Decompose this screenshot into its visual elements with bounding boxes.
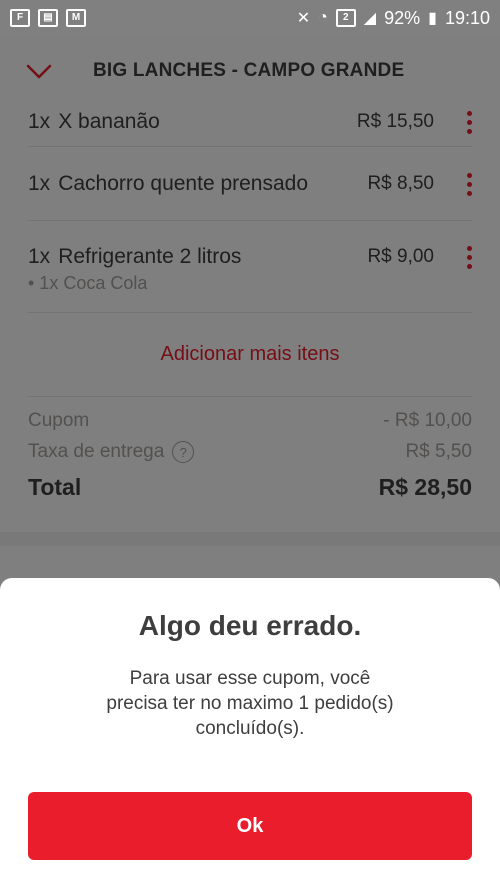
ok-button[interactable]: Ok	[28, 792, 472, 860]
status-left-icons: F ▤ M	[10, 9, 86, 27]
dialog-title: Algo deu errado.	[138, 610, 362, 641]
battery-icon: ▮	[428, 10, 437, 27]
sms-icon: ▤	[38, 9, 58, 27]
battery-percent: 92%	[384, 7, 421, 28]
signal-icon: ◢	[363, 10, 377, 27]
wifi-icon: ◔	[318, 9, 328, 26]
app-notification-icon: F	[10, 9, 30, 27]
error-dialog: Algo deu errado. Para usar esse cupom, v…	[0, 578, 500, 889]
clock-time: 19:10	[444, 7, 490, 28]
dialog-message: Para usar esse cupom, você precisa ter n…	[106, 668, 394, 739]
status-right-icons: ✕ ◔ 2 ◢ 92% ▮ 19:10	[297, 8, 490, 29]
sim-badge: 2	[335, 9, 356, 27]
status-bar: F ▤ M ✕ ◔ 2 ◢ 92% ▮ 19:10	[0, 0, 500, 36]
mail-icon: M	[66, 9, 86, 27]
mute-icon: ✕	[296, 10, 311, 27]
